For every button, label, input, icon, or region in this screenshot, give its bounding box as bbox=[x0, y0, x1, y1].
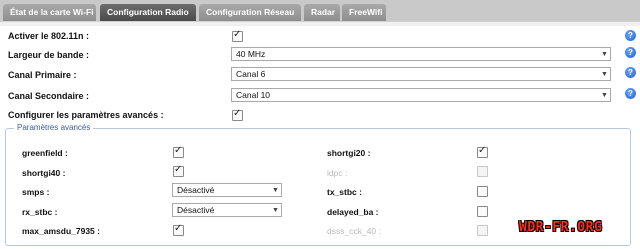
ldpc-label: ldpc : bbox=[327, 168, 348, 178]
advanced-settings-checkbox[interactable]: ✓ bbox=[232, 108, 243, 121]
rx-stbc-value: Désactivé bbox=[177, 205, 215, 215]
smps-value: Désactivé bbox=[177, 185, 215, 195]
watermark-logo: WDR-FR.ORG bbox=[519, 220, 603, 235]
smps-select[interactable]: Désactivé ▼ bbox=[172, 183, 282, 197]
bandwidth-value: 40 MHz bbox=[236, 49, 266, 59]
help-icon[interactable]: ? bbox=[625, 47, 636, 58]
delayed-ba-label: delayed_ba : bbox=[327, 207, 379, 217]
rx-stbc-label: rx_stbc : bbox=[22, 207, 58, 217]
greenfield-checkbox[interactable]: ✓ bbox=[173, 145, 184, 158]
tab-radar[interactable]: Radar bbox=[304, 4, 340, 21]
tab-network-configuration[interactable]: Configuration Réseau bbox=[199, 4, 301, 21]
primary-channel-value: Canal 6 bbox=[236, 69, 266, 79]
delayed-ba-checkbox[interactable] bbox=[477, 206, 488, 217]
smps-label: smps : bbox=[22, 187, 50, 197]
greenfield-label: greenfield : bbox=[22, 148, 68, 158]
chevron-down-icon: ▼ bbox=[272, 187, 279, 194]
help-icon[interactable]: ? bbox=[625, 67, 636, 78]
chevron-down-icon: ▼ bbox=[601, 71, 608, 78]
enable-80211n-checkbox[interactable]: ✓ bbox=[232, 29, 243, 42]
primary-channel-label: Canal Primaire : bbox=[8, 70, 77, 80]
advanced-settings-legend: Paramètres avancés bbox=[14, 123, 94, 132]
check-icon: ✓ bbox=[233, 29, 242, 40]
secondary-channel-label: Canal Secondaire : bbox=[8, 91, 90, 101]
tab-bar: État de la carte Wi-Fi Configuration Rad… bbox=[0, 0, 640, 21]
enable-80211n-label: Activer le 802.11n : bbox=[8, 31, 90, 41]
tx-stbc-checkbox[interactable] bbox=[477, 186, 488, 197]
shortgi20-label: shortgi20 : bbox=[327, 148, 371, 158]
bandwidth-select[interactable]: 40 MHz ▼ bbox=[231, 47, 611, 61]
tab-content-border bbox=[0, 21, 640, 26]
help-icon[interactable]: ? bbox=[625, 30, 636, 41]
secondary-channel-select[interactable]: Canal 10 ▼ bbox=[231, 88, 611, 102]
primary-channel-select[interactable]: Canal 6 ▼ bbox=[231, 67, 611, 81]
secondary-channel-value: Canal 10 bbox=[236, 90, 271, 100]
tab-wifi-status[interactable]: État de la carte Wi-Fi bbox=[3, 4, 96, 21]
chevron-down-icon: ▼ bbox=[601, 51, 608, 58]
max-amsdu-7935-label: max_amsdu_7935 : bbox=[22, 226, 100, 236]
check-icon: ✓ bbox=[174, 164, 183, 175]
tx-stbc-label: tx_stbc : bbox=[327, 187, 362, 197]
chevron-down-icon: ▼ bbox=[601, 92, 608, 99]
bandwidth-label: Largeur de bande : bbox=[8, 50, 90, 60]
shortgi20-checkbox[interactable]: ✓ bbox=[477, 145, 488, 158]
shortgi40-checkbox[interactable]: ✓ bbox=[173, 164, 184, 177]
check-icon: ✓ bbox=[478, 145, 487, 156]
dsss-cck-40-label: dsss_cck_40 : bbox=[327, 226, 381, 236]
max-amsdu-7935-checkbox[interactable]: ✓ bbox=[173, 223, 184, 236]
help-icon[interactable]: ? bbox=[625, 88, 636, 99]
check-icon: ✓ bbox=[233, 108, 242, 119]
chevron-down-icon: ▼ bbox=[272, 207, 279, 214]
shortgi40-label: shortgi40 : bbox=[22, 168, 66, 178]
advanced-settings-label: Configurer les paramètres avancés : bbox=[8, 110, 164, 120]
check-icon: ✓ bbox=[174, 145, 183, 156]
check-icon: ✓ bbox=[174, 223, 183, 234]
tab-radio-configuration[interactable]: Configuration Radio bbox=[100, 4, 196, 21]
ldpc-checkbox bbox=[477, 166, 488, 177]
tab-freewifi[interactable]: FreeWifi bbox=[342, 4, 386, 21]
dsss-cck-40-checkbox bbox=[477, 225, 488, 236]
rx-stbc-select[interactable]: Désactivé ▼ bbox=[172, 203, 282, 217]
